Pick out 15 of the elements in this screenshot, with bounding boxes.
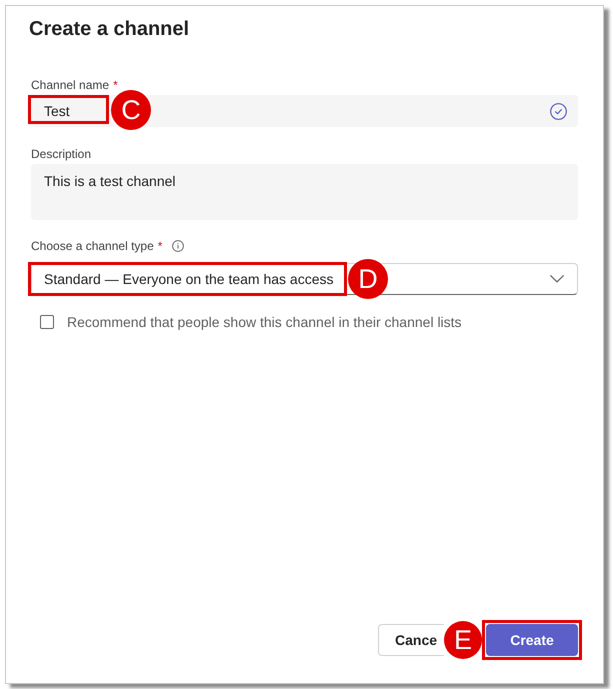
create-button[interactable]: Create bbox=[486, 624, 578, 656]
field-label: Description bbox=[31, 146, 92, 163]
callout-marker: E bbox=[444, 621, 482, 659]
checkbox[interactable] bbox=[40, 315, 54, 329]
callout-marker: C bbox=[111, 90, 151, 130]
field-label: Channel name bbox=[31, 77, 110, 94]
dialog-title: Create a channel bbox=[29, 17, 190, 42]
field-label: Choose a channel type bbox=[31, 238, 154, 255]
textarea-field[interactable]: This is a test channel bbox=[31, 164, 578, 220]
callout-marker: D bbox=[348, 259, 388, 299]
info-icon[interactable] bbox=[172, 240, 184, 252]
checkbox-label: Recommend that people show this channel in their channel lists bbox=[67, 312, 462, 332]
chevron-down-icon bbox=[550, 275, 564, 283]
required-mark: * bbox=[158, 238, 162, 255]
cancel-button[interactable]: Cance bbox=[378, 624, 444, 656]
